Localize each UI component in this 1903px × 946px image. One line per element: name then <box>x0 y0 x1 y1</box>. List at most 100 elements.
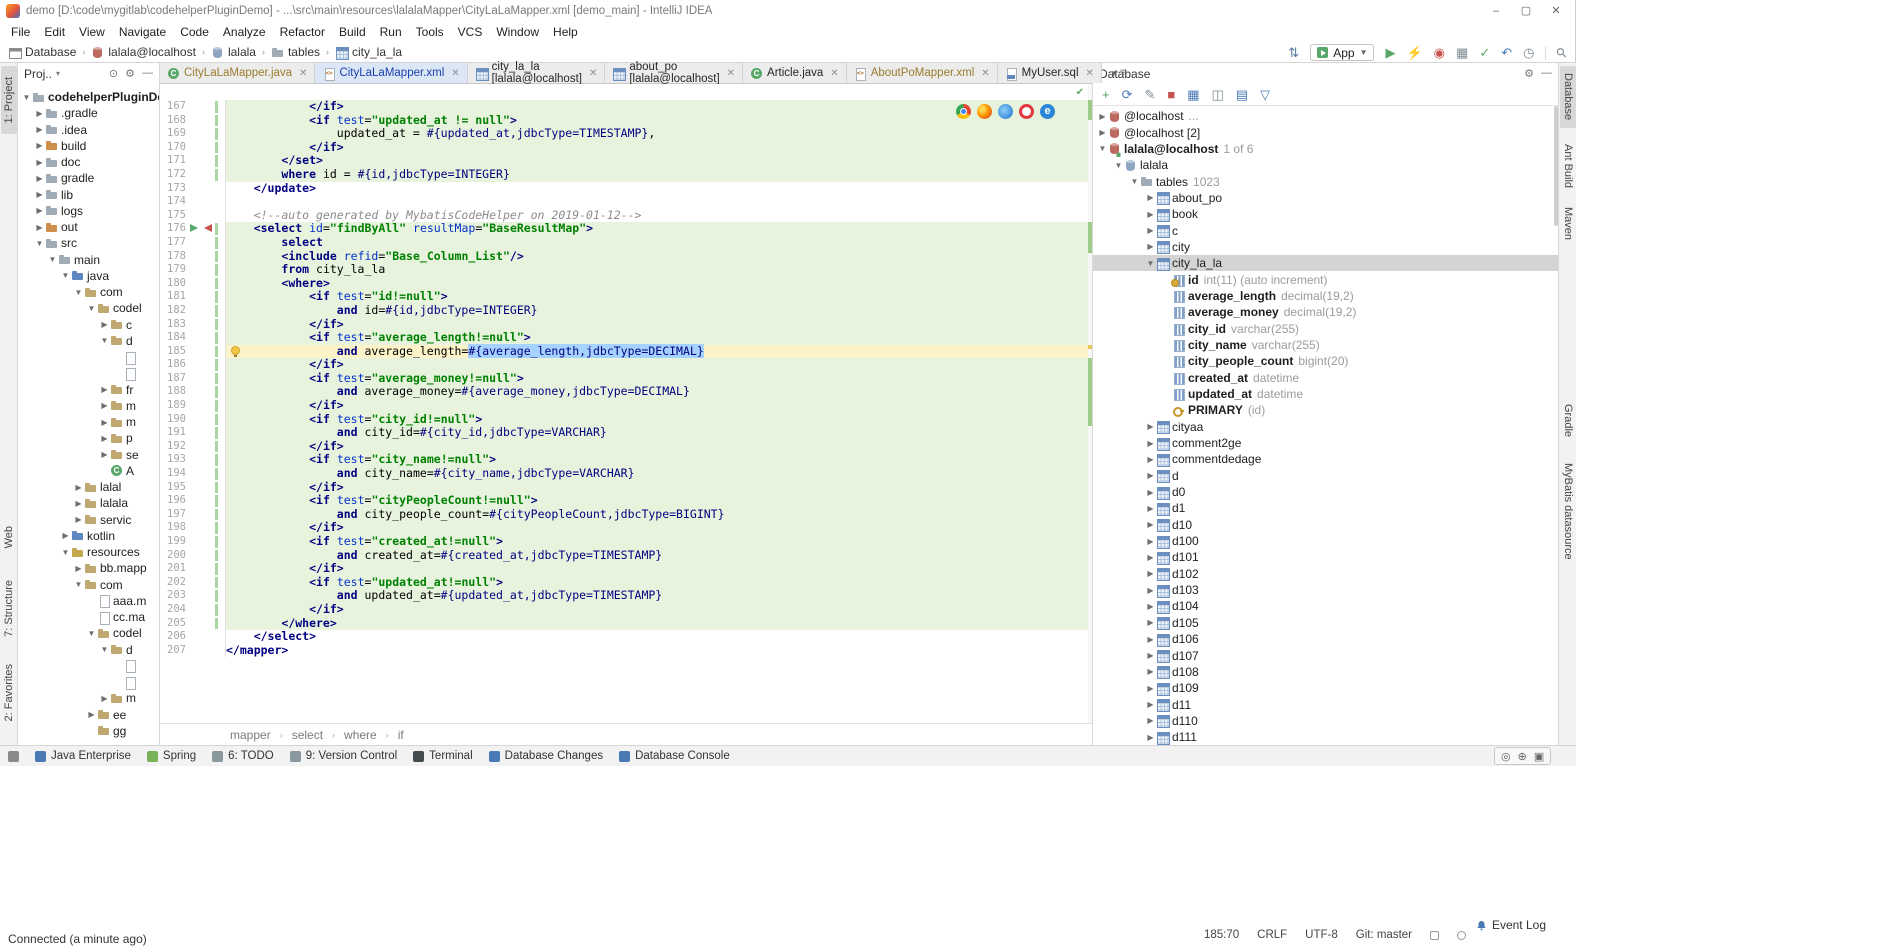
close-icon[interactable]: ✕ <box>451 68 459 79</box>
opera-browser-icon[interactable] <box>1019 104 1034 119</box>
db-tree-item[interactable]: ▼tables1023 <box>1093 173 1558 189</box>
code-line[interactable]: 197 and city_people_count=#{cityPeopleCo… <box>160 508 1092 522</box>
menu-view[interactable]: View <box>72 23 112 41</box>
project-tree-item[interactable]: ▼com <box>18 284 159 300</box>
db-tree-item[interactable]: ▶d107 <box>1093 647 1558 663</box>
project-tree-item[interactable]: ▶logs <box>18 203 159 219</box>
db-tree-item[interactable]: ▶d101 <box>1093 549 1558 565</box>
db-tree-item[interactable]: ▶@localhost [2] <box>1093 124 1558 140</box>
toolwindow-button-9-version-control[interactable]: 9: Version Control <box>290 750 397 762</box>
safari-browser-icon[interactable] <box>998 104 1013 119</box>
breadcrumb-item[interactable]: lalala <box>211 45 256 59</box>
stop-icon[interactable]: ■ <box>1167 88 1175 101</box>
filter-icon[interactable]: ▽ <box>1260 88 1270 101</box>
breadcrumb-item[interactable]: lalala@localhost <box>91 45 196 59</box>
editor-tab[interactable]: CityLaLaMapper.java✕ <box>160 63 315 83</box>
menu-file[interactable]: File <box>4 23 37 41</box>
intention-bulb-icon[interactable] <box>231 346 240 355</box>
menu-edit[interactable]: Edit <box>37 23 72 41</box>
tool-button-mybatis-datasource[interactable]: MyBatis datasource <box>1560 451 1576 571</box>
toolwindow-button-database-console[interactable]: Database Console <box>619 750 730 762</box>
code-line[interactable]: 204 </if> <box>160 603 1092 617</box>
menu-help[interactable]: Help <box>546 23 585 41</box>
db-tree-item[interactable]: city_idvarchar(255) <box>1093 320 1558 336</box>
menu-code[interactable]: Code <box>173 23 216 41</box>
code-line[interactable]: 207</mapper> <box>160 644 1092 658</box>
db-tree-item[interactable]: ▶c <box>1093 222 1558 238</box>
menu-run[interactable]: Run <box>373 23 409 41</box>
line-separator[interactable]: CRLF <box>1257 929 1287 941</box>
code-line[interactable]: 187 <if test="average_money!=null"> <box>160 372 1092 386</box>
close-icon[interactable]: ✕ <box>1086 68 1094 79</box>
editor-tab[interactable]: AboutPoMapper.xml✕ <box>847 63 998 83</box>
editor-tab[interactable]: about_po [lalala@localhost]✕ <box>605 63 743 83</box>
menu-navigate[interactable]: Navigate <box>112 23 173 41</box>
rollback-icon[interactable]: ↶ <box>1501 46 1512 59</box>
coverage-icon[interactable]: ▦ <box>1456 46 1468 59</box>
add-icon[interactable]: + <box>1102 88 1110 101</box>
project-tree-item[interactable]: ▼codel <box>18 300 159 316</box>
toolwindow-button-spring[interactable]: Spring <box>147 750 196 762</box>
code-line[interactable]: 198 </if> <box>160 521 1092 535</box>
db-tree-item[interactable]: ▼lalala <box>1093 157 1558 173</box>
run-config-select[interactable]: App▼ <box>1310 44 1374 61</box>
properties-icon[interactable]: ✎ <box>1145 88 1156 101</box>
project-tree-item[interactable]: ▶bb.mapp <box>18 560 159 576</box>
editor-tab[interactable]: city_la_la [lalala@localhost]✕ <box>468 63 606 83</box>
locate-icon[interactable]: ⊙ <box>109 67 118 80</box>
project-tree-item[interactable]: ▼resources <box>18 544 159 560</box>
project-tree-item[interactable]: cc.ma <box>18 609 159 625</box>
close-icon[interactable]: ✕ <box>589 68 597 79</box>
toolwindow-button-terminal[interactable]: Terminal <box>413 750 472 762</box>
code-line[interactable]: 180 <where> <box>160 277 1092 291</box>
code-line[interactable]: 172 where id = #{id,jdbcType=INTEGER} <box>160 168 1092 182</box>
debug-icon[interactable]: ◉ <box>1434 46 1445 59</box>
project-tree-item[interactable] <box>18 349 159 365</box>
sync-icon[interactable]: ⟳ <box>1122 88 1133 101</box>
file-encoding[interactable]: UTF-8 <box>1305 929 1338 941</box>
event-log-button[interactable]: Event Log <box>1476 918 1546 932</box>
db-tree-item[interactable]: ▶d100 <box>1093 533 1558 549</box>
tool-button-1-project[interactable]: 1: Project <box>1 66 17 134</box>
editor-tab[interactable]: CityLaLaMapper.xml✕ <box>315 63 467 83</box>
project-tree-item[interactable]: ▼java <box>18 268 159 284</box>
project-tree-item[interactable]: ▶lalala <box>18 495 159 511</box>
tool-button-gradle[interactable]: Gradle <box>1560 398 1576 444</box>
db-tree-item[interactable]: ▼city_la_la <box>1093 255 1558 271</box>
code-line[interactable]: 200 and created_at=#{created_at,jdbcType… <box>160 549 1092 563</box>
project-tree-item[interactable]: ▶out <box>18 219 159 235</box>
db-tree-item[interactable]: ▶d108 <box>1093 664 1558 680</box>
readonly-lock-icon[interactable] <box>1430 931 1439 940</box>
editor-tab[interactable]: Article.java✕ <box>743 63 847 83</box>
minimize-button[interactable]: – <box>1481 1 1511 21</box>
db-tree-item[interactable]: average_lengthdecimal(19,2) <box>1093 288 1558 304</box>
project-tree-item[interactable]: ▶m <box>18 398 159 414</box>
code-line[interactable]: 184 <if test="average_length!=null"> <box>160 331 1092 345</box>
tool-button-web[interactable]: Web <box>1 520 17 554</box>
scroll-from-editor-icon[interactable]: ◎ <box>1501 750 1511 763</box>
db-tree-item[interactable]: ▶d106 <box>1093 631 1558 647</box>
toolwindow-button-java-enterprise[interactable]: Java Enterprise <box>35 750 131 762</box>
project-tree-item[interactable] <box>18 365 159 381</box>
inspections-status-icon[interactable]: ✔ <box>1076 87 1084 98</box>
code-line[interactable]: 196 <if test="cityPeopleCount!=null"> <box>160 494 1092 508</box>
code-breadcrumb-item[interactable]: where <box>344 728 377 742</box>
close-icon[interactable]: ✕ <box>830 68 838 79</box>
db-tree-item[interactable]: created_atdatetime <box>1093 370 1558 386</box>
project-tree-item[interactable]: ▶.idea <box>18 122 159 138</box>
code-line[interactable]: 192 </if> <box>160 440 1092 454</box>
project-tree-item[interactable]: ▶servic <box>18 512 159 528</box>
db-tree-item[interactable]: ▶d111 <box>1093 729 1558 745</box>
project-tree-item[interactable] <box>18 674 159 690</box>
code-line[interactable]: 178 <include refid="Base_Column_List"/> <box>160 250 1092 264</box>
code-line[interactable]: 174 <box>160 195 1092 209</box>
code-line[interactable]: 168 <if test="updated_at != null"> <box>160 114 1092 128</box>
code-line[interactable]: 186 </if> <box>160 358 1092 372</box>
code-line[interactable]: 206 </select> <box>160 630 1092 644</box>
code-line[interactable]: 179 from city_la_la <box>160 263 1092 277</box>
highlighting-level-icon[interactable] <box>1457 931 1466 940</box>
project-tree-item[interactable]: ▶lib <box>18 187 159 203</box>
project-tree-item[interactable]: ▶fr <box>18 382 159 398</box>
code-line[interactable]: 189 </if> <box>160 399 1092 413</box>
run-icon[interactable]: ▶ <box>1385 46 1395 59</box>
